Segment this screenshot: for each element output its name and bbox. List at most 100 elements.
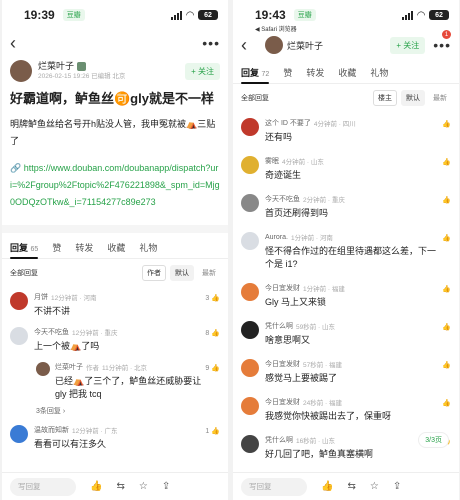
comment-author[interactable]: 月饼: [34, 292, 48, 302]
share-icon[interactable]: ⇪: [393, 481, 401, 492]
safari-back-link[interactable]: ◀ Safari 浏览器: [233, 24, 459, 33]
author-name[interactable]: 烂菜叶子: [38, 61, 74, 72]
avatar[interactable]: [241, 156, 259, 175]
nav-bar: ‹ 烂菜叶子 + 关注 •••: [233, 32, 459, 58]
avatar[interactable]: [10, 292, 28, 311]
notification-badge: 1: [442, 30, 451, 39]
avatar[interactable]: [241, 283, 259, 302]
avatar[interactable]: [241, 397, 259, 416]
like-button[interactable]: 👍: [442, 361, 451, 369]
avatar[interactable]: [10, 425, 28, 444]
comment-author[interactable]: 雾眠: [265, 156, 279, 166]
tab-replies[interactable]: 回复 72: [241, 66, 270, 84]
comment-meta: 1分钟前 · 河南: [290, 235, 333, 243]
avatar[interactable]: [36, 362, 50, 377]
sort-default-button[interactable]: 默认: [170, 265, 194, 282]
comment-author[interactable]: 凭什么啊: [265, 321, 293, 331]
like-button[interactable]: 👍: [442, 158, 451, 166]
like-button[interactable]: 👍: [442, 234, 451, 242]
comment-author[interactable]: 温故而知新: [34, 425, 69, 435]
comment-author[interactable]: 今天不吃鱼: [34, 327, 69, 337]
tab-reshares[interactable]: 转发: [306, 66, 324, 79]
more-icon[interactable]: •••: [433, 37, 451, 53]
comment-list: 这个 ID 不要了 4分钟前 · 四川 还有吗 👍 雾眠 4分钟前 · 山东 奇迹诞生 👍 今天…: [233, 112, 459, 467]
back-icon[interactable]: ‹: [241, 36, 259, 54]
star-icon[interactable]: ☆: [370, 481, 379, 492]
follow-button[interactable]: + 关注: [390, 36, 426, 54]
tab-likes[interactable]: 赞: [52, 241, 61, 254]
follow-button[interactable]: + 关注: [185, 62, 220, 80]
thumb-icon[interactable]: 👍: [90, 481, 102, 492]
tab-replies[interactable]: 回复 65: [10, 241, 39, 260]
like-button[interactable]: 👍: [442, 285, 451, 293]
like-button[interactable]: 👍: [442, 323, 451, 331]
comment-author[interactable]: 今日宜发财: [265, 397, 300, 407]
comment-text: Gly 马上又来锁: [265, 297, 327, 308]
like-button[interactable]: 👍: [442, 196, 451, 204]
tab-gifts[interactable]: 礼物: [139, 241, 157, 254]
avatar[interactable]: [10, 327, 28, 346]
tab-reshares[interactable]: 转发: [75, 241, 93, 254]
avatar[interactable]: [241, 194, 259, 213]
reply-author[interactable]: 烂菜叶子: [55, 362, 83, 372]
star-icon[interactable]: ☆: [139, 481, 148, 492]
like-button[interactable]: 👍: [442, 399, 451, 407]
divider: [2, 225, 228, 234]
right-screenshot: 19:43 豆瓣 ◠ 62 ◀ Safari 浏览器 ‹ 烂菜叶子 + 关注 •…: [233, 0, 459, 500]
like-button[interactable]: 3 👍: [205, 294, 220, 303]
page-indicator[interactable]: 3/3页: [418, 432, 449, 448]
nav-author[interactable]: 烂菜叶子: [265, 36, 323, 54]
comment-item: 今天不吃鱼 12分钟前 · 重庆 上一个被⛺了吗 8 👍: [2, 322, 228, 357]
op-filter-button[interactable]: 楼主: [373, 90, 397, 106]
thumb-icon[interactable]: 👍: [321, 481, 333, 492]
tab-likes[interactable]: 赞: [283, 66, 292, 79]
more-replies-link[interactable]: 3条回复 ›: [36, 406, 228, 416]
reshare-icon[interactable]: ⇆: [347, 481, 355, 492]
comment-author[interactable]: 今日宜发财: [265, 359, 300, 369]
avatar[interactable]: [241, 359, 259, 378]
reply-input[interactable]: 写回复: [241, 477, 307, 496]
avatar[interactable]: [241, 118, 259, 136]
sort-newest-button[interactable]: 最新: [198, 266, 220, 280]
comment-author[interactable]: 今天不吃鱼: [265, 194, 300, 204]
more-icon[interactable]: •••: [202, 35, 220, 51]
avatar[interactable]: [241, 435, 259, 454]
comment-text: 好几回了吧，鲈鱼真塞横啊: [265, 449, 374, 460]
comment-item: 温故而知新 12分钟前 · 广东 看看可以有汪多久 1 👍: [2, 420, 228, 455]
post-time: 2026-02-15 19:26 已编辑 北京: [38, 72, 126, 80]
author-name[interactable]: 烂菜叶子: [287, 39, 323, 52]
post-title: 好霸道啊，鲈鱼丝🉑gly就是不一样: [10, 91, 214, 106]
tab-gifts[interactable]: 礼物: [370, 66, 388, 79]
comment-author[interactable]: 这个 ID 不要了: [265, 118, 311, 128]
comment-item: 今日宜发财 24秒前 · 福建 我感觉你快被踢出去了，保重呀 👍: [233, 391, 459, 429]
reply-input[interactable]: 写回复: [10, 477, 76, 496]
post-link[interactable]: 🔗 https://www.douban.com/doubanapp/dispa…: [2, 154, 228, 217]
share-icon[interactable]: ⇪: [162, 481, 170, 492]
comment-author[interactable]: Aurora.: [265, 234, 288, 241]
like-button[interactable]: 👍: [442, 120, 451, 128]
sort-newest-button[interactable]: 最新: [429, 91, 451, 105]
author-filter-button[interactable]: 作者: [142, 265, 166, 282]
reshare-icon[interactable]: ⇆: [116, 481, 124, 492]
thumb-icon: 👍: [442, 286, 451, 294]
post-body: 明牌鲈鱼丝给名号开h贴没人管，我申冤就被⛺三贴了: [10, 118, 216, 146]
comment-author[interactable]: 凭什么啊: [265, 435, 293, 445]
comment-text: 还有吗: [265, 132, 293, 142]
sort-default-button[interactable]: 默认: [401, 90, 425, 106]
like-button[interactable]: 8 👍: [205, 329, 220, 338]
reply-meta: 11分钟前 · 北京: [102, 365, 148, 373]
avatar[interactable]: [241, 232, 259, 251]
like-button[interactable]: 9 👍: [205, 364, 220, 373]
like-button[interactable]: 1 👍: [205, 427, 220, 436]
comment-text: 看看可以有汪多久: [34, 439, 107, 450]
back-icon[interactable]: ‹: [10, 34, 28, 52]
author-avatar[interactable]: [10, 60, 32, 82]
author-avatar[interactable]: [265, 36, 283, 54]
tab-collects[interactable]: 收藏: [107, 241, 125, 254]
comment-author[interactable]: 今日宜发财: [265, 283, 300, 293]
comment-text: 啥意思啊又: [265, 335, 311, 346]
avatar[interactable]: [241, 321, 259, 340]
comment-meta: 1分钟前 · 福建: [303, 286, 345, 294]
bottom-bar: 写回复 👍 ⇆ ☆ ⇪: [233, 472, 459, 500]
tab-collects[interactable]: 收藏: [338, 66, 356, 79]
